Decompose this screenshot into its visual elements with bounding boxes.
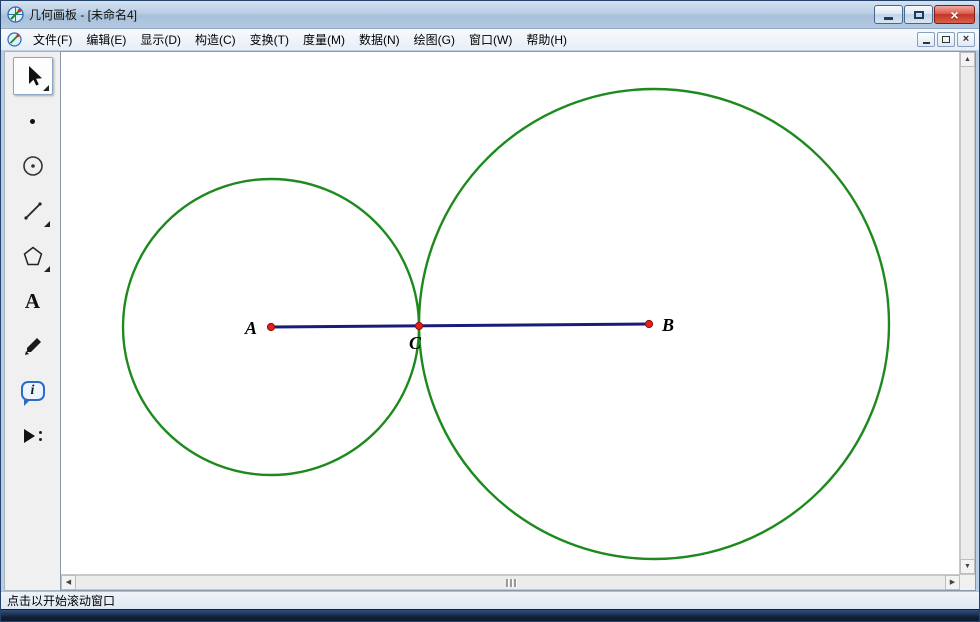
mdi-restore-icon bbox=[942, 36, 950, 43]
point-A[interactable] bbox=[267, 323, 274, 330]
segment-AB[interactable] bbox=[271, 324, 649, 327]
point-tool-icon bbox=[30, 119, 35, 124]
app-window: 几何画板 - [未命名4] × 文件(F) 编辑(E) 显示(D) 构造(C) … bbox=[0, 0, 980, 622]
menu-display[interactable]: 显示(D) bbox=[133, 28, 188, 51]
marker-tool-icon bbox=[21, 334, 45, 358]
circle-tool-icon bbox=[21, 154, 45, 178]
sketch-area: A C B ▲ ▼ ◀ ▶ bbox=[60, 51, 976, 591]
sketch-canvas[interactable]: ACB bbox=[61, 52, 959, 574]
window-title: 几何画板 - [未命名4] bbox=[29, 6, 874, 23]
point-B[interactable] bbox=[645, 320, 652, 327]
selection-arrow-tool[interactable] bbox=[13, 57, 53, 95]
menu-transform[interactable]: 变换(T) bbox=[243, 28, 296, 51]
tool-palette: A i bbox=[4, 51, 60, 591]
horizontal-scrollbar[interactable]: ◀ ▶ bbox=[61, 575, 960, 590]
selection-arrow-icon bbox=[21, 64, 45, 88]
text-tool[interactable]: A bbox=[13, 282, 53, 320]
scroll-grip bbox=[506, 579, 516, 587]
point-label-A: A bbox=[244, 318, 257, 338]
circle-tool[interactable] bbox=[13, 147, 53, 185]
polygon-tool[interactable] bbox=[13, 237, 53, 275]
minimize-icon bbox=[884, 17, 893, 20]
segment-tool[interactable] bbox=[13, 192, 53, 230]
custom-tool-icon bbox=[24, 429, 42, 443]
mdi-close-icon: × bbox=[963, 34, 969, 45]
text-tool-icon: A bbox=[25, 289, 40, 314]
menubar: 文件(F) 编辑(E) 显示(D) 构造(C) 变换(T) 度量(M) 数据(N… bbox=[1, 29, 979, 51]
scroll-right-button[interactable]: ▶ bbox=[945, 575, 960, 590]
close-button[interactable]: × bbox=[934, 5, 975, 24]
close-icon: × bbox=[950, 8, 958, 22]
horizontal-scroll-thumb[interactable] bbox=[76, 575, 945, 590]
statusbar: 点击以开始滚动窗口 bbox=[1, 591, 979, 609]
point-tool[interactable] bbox=[13, 102, 53, 140]
maximize-button[interactable] bbox=[904, 5, 933, 24]
status-text: 点击以开始滚动窗口 bbox=[7, 592, 115, 609]
menu-measure[interactable]: 度量(M) bbox=[296, 28, 352, 51]
menu-data[interactable]: 数据(N) bbox=[352, 28, 407, 51]
minimize-button[interactable] bbox=[874, 5, 903, 24]
polygon-tool-icon bbox=[21, 244, 45, 268]
app-icon bbox=[7, 6, 24, 23]
titlebar[interactable]: 几何画板 - [未命名4] × bbox=[1, 1, 979, 29]
menu-graph[interactable]: 绘图(G) bbox=[407, 28, 462, 51]
mdi-minimize-button[interactable] bbox=[917, 32, 935, 47]
information-tool-icon: i bbox=[21, 381, 45, 401]
geometry-svg: ACB bbox=[61, 52, 959, 574]
mdi-restore-button[interactable] bbox=[937, 32, 955, 47]
point-C[interactable] bbox=[415, 322, 422, 329]
menu-edit[interactable]: 编辑(E) bbox=[79, 28, 133, 51]
menu-help[interactable]: 帮助(H) bbox=[519, 28, 574, 51]
document-icon bbox=[7, 32, 22, 47]
point-label-C: C bbox=[409, 333, 422, 353]
information-tool[interactable]: i bbox=[13, 372, 53, 410]
mdi-close-button[interactable]: × bbox=[957, 32, 975, 47]
menu-file[interactable]: 文件(F) bbox=[26, 28, 79, 51]
vertical-scrollbar[interactable]: ▲ ▼ bbox=[959, 52, 975, 574]
menu-window[interactable]: 窗口(W) bbox=[462, 28, 519, 51]
custom-tool[interactable] bbox=[13, 417, 53, 455]
segment-tool-icon bbox=[21, 199, 45, 223]
vertical-scroll-thumb[interactable] bbox=[960, 67, 975, 559]
scroll-down-button[interactable]: ▼ bbox=[960, 559, 975, 574]
menu-construct[interactable]: 构造(C) bbox=[188, 28, 243, 51]
window-bottom-frame bbox=[1, 609, 979, 621]
scroll-left-button[interactable]: ◀ bbox=[61, 575, 76, 590]
scrollbar-corner bbox=[960, 575, 975, 590]
maximize-icon bbox=[914, 11, 924, 19]
point-label-B: B bbox=[661, 315, 674, 335]
mdi-minimize-icon bbox=[923, 42, 930, 44]
scroll-up-button[interactable]: ▲ bbox=[960, 52, 975, 67]
marker-tool[interactable] bbox=[13, 327, 53, 365]
